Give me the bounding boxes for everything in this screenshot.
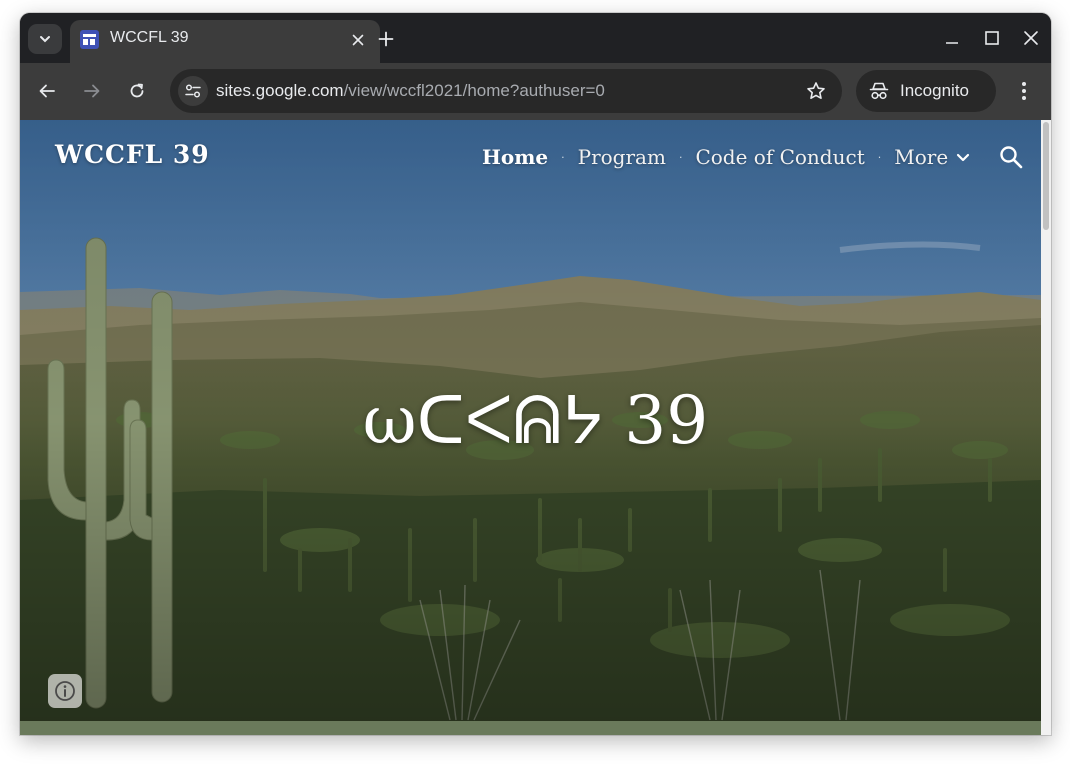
scrollbar-thumb[interactable]: [1043, 122, 1049, 230]
hero-title: ωᑕᐸᕱᔭ 39: [362, 382, 709, 459]
minimize-icon: [946, 42, 958, 44]
close-window-button[interactable]: [1019, 26, 1043, 50]
tune-icon: [185, 84, 201, 98]
url-text: sites.google.com/view/wccfl2021/home?aut…: [216, 81, 605, 101]
new-tab-button[interactable]: [374, 27, 398, 51]
more-vert-icon: [1022, 82, 1026, 100]
content-section-edge: [20, 721, 1041, 735]
incognito-icon: [869, 82, 889, 100]
close-icon: [1024, 31, 1038, 45]
nav-more-label: More: [894, 145, 949, 169]
nav-separator: ·: [678, 150, 683, 164]
close-icon: [352, 34, 364, 46]
info-icon: [55, 681, 75, 701]
arrow-right-icon: [84, 84, 100, 98]
address-bar[interactable]: sites.google.com/view/wccfl2021/home?aut…: [170, 69, 842, 113]
incognito-label: Incognito: [900, 81, 969, 100]
reload-button[interactable]: [123, 77, 151, 105]
nav-program[interactable]: Program: [578, 145, 666, 169]
hero-banner: WCCFL 39 Home · Program · Code of Conduc…: [20, 120, 1041, 721]
url-host: sites.google.com: [216, 81, 344, 100]
url-path: /view/wccfl2021/home?authuser=0: [343, 81, 605, 100]
reload-icon: [130, 83, 144, 98]
page-viewport: WCCFL 39 Home · Program · Code of Conduc…: [20, 120, 1051, 735]
bookmark-button[interactable]: [804, 79, 828, 103]
search-icon[interactable]: [998, 144, 1024, 170]
plus-icon: [378, 31, 394, 47]
tab-close-button[interactable]: [348, 30, 368, 50]
browser-toolbar: sites.google.com/view/wccfl2021/home?aut…: [20, 63, 1051, 120]
nav-code-of-conduct[interactable]: Code of Conduct: [695, 145, 864, 169]
google-sites-icon: [80, 30, 99, 49]
minimize-button[interactable]: [940, 26, 964, 50]
star-icon: [807, 82, 825, 99]
forward-button[interactable]: [78, 77, 106, 105]
back-button[interactable]: [33, 77, 61, 105]
nav-separator: ·: [561, 150, 565, 164]
tab-search-button[interactable]: [28, 24, 62, 54]
incognito-badge[interactable]: Incognito: [856, 70, 996, 112]
arrow-left-icon: [39, 84, 55, 98]
nav-home[interactable]: Home: [482, 145, 548, 169]
chevron-down-icon: [40, 36, 50, 43]
browser-menu-button[interactable]: [1012, 77, 1036, 105]
maximize-button[interactable]: [980, 26, 1004, 50]
tab-strip: WCCFL 39: [20, 13, 1051, 63]
active-tab[interactable]: WCCFL 39: [70, 20, 380, 63]
image-info-button[interactable]: [48, 674, 82, 708]
page-scrollbar[interactable]: [1041, 120, 1051, 735]
chevron-down-icon: [957, 153, 970, 162]
maximize-icon: [985, 31, 999, 45]
site-navigation: Home · Program · Code of Conduct · More: [482, 142, 971, 172]
tab-title: WCCFL 39: [110, 29, 189, 46]
nav-separator: ·: [877, 150, 882, 164]
site-info-button[interactable]: [178, 76, 208, 106]
nav-more-dropdown[interactable]: More: [894, 145, 971, 169]
browser-window: WCCFL 39 sites.google.com/view/wccfl2021…: [20, 13, 1051, 735]
site-title[interactable]: WCCFL 39: [55, 140, 210, 169]
